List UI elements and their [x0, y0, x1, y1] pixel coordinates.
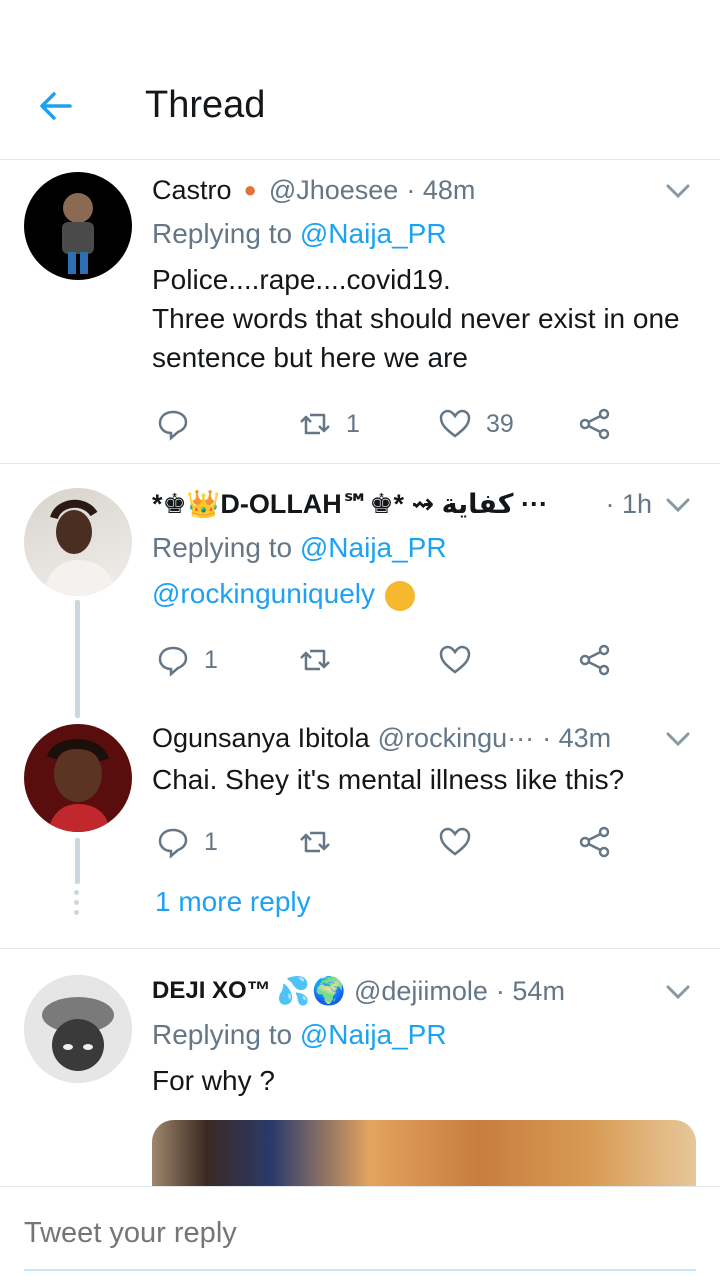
heart-icon	[439, 827, 471, 856]
tweet[interactable]: Castro ● @Jhoesee · 48m Replying to @Nai…	[0, 160, 720, 464]
reply-button[interactable]: 1	[156, 640, 218, 680]
author-handle[interactable]: @Jhoesee	[269, 170, 399, 210]
author-handle[interactable]: @rockingu···	[378, 718, 534, 758]
tweet[interactable]: Ogunsanya Ibitola @rockingu··· · 43m Cha…	[0, 704, 720, 948]
retweet-count: 1	[346, 409, 360, 438]
replying-to: Replying to @Naija_PR	[152, 1019, 447, 1050]
retweet-icon	[300, 831, 330, 853]
retweet-button[interactable]: 1	[298, 404, 360, 444]
tweet-text: Chai. Shey it's mental illness like this…	[152, 764, 625, 795]
chevron-down-icon[interactable]	[660, 170, 696, 210]
globe-icon: 🌍	[312, 976, 346, 1006]
header: Thread	[0, 0, 720, 160]
author-handle[interactable]: @dejiimole	[354, 971, 488, 1011]
timestamp: · 54m	[495, 976, 565, 1006]
reply-icon	[158, 646, 188, 677]
retweet-button[interactable]	[298, 822, 332, 862]
back-arrow-icon[interactable]	[34, 84, 78, 128]
share-button[interactable]	[578, 640, 612, 680]
avatar-image	[44, 500, 116, 596]
avatar[interactable]	[24, 975, 132, 1083]
replying-to-link[interactable]: @Naija_PR	[300, 218, 447, 249]
replying-to: Replying to @Naija_PR	[152, 532, 447, 563]
water-drop-icon: 💦	[276, 976, 311, 1006]
angry-face-emoji-icon	[385, 580, 415, 611]
verified-dot-icon: ●	[243, 177, 257, 202]
avatar-image	[24, 975, 132, 1083]
chevron-down-icon[interactable]	[660, 484, 696, 524]
thread-connector	[75, 838, 80, 884]
avatar[interactable]	[24, 488, 132, 596]
heart-icon	[439, 409, 471, 438]
like-button[interactable]	[438, 822, 472, 862]
author-name[interactable]: Castro	[152, 170, 232, 210]
retweet-icon	[300, 413, 330, 435]
replying-to-link[interactable]: @Naija_PR	[300, 1019, 447, 1050]
author-name[interactable]: Ogunsanya Ibitola	[152, 718, 370, 758]
like-button[interactable]	[438, 640, 472, 680]
tweet-text: @rockinguniquely	[152, 574, 696, 613]
like-count: 39	[486, 409, 514, 438]
author-name[interactable]: *♚👑D-OLLAH℠♚* ⇝ كفاية ···	[152, 484, 548, 524]
avatar[interactable]	[24, 724, 132, 832]
tweet-text: For why ?	[152, 1065, 275, 1096]
reply-icon	[158, 410, 188, 441]
share-icon	[579, 408, 610, 440]
avatar-image	[62, 193, 94, 274]
retweet-icon	[300, 649, 330, 671]
like-button[interactable]: 39	[438, 404, 514, 444]
thread-dots	[73, 890, 81, 920]
reply-button[interactable]: 1	[156, 822, 218, 862]
replying-to: Replying to @Naija_PR	[152, 218, 447, 249]
replying-to-link[interactable]: @Naija_PR	[300, 532, 447, 563]
avatar[interactable]	[24, 172, 132, 280]
reply-button[interactable]	[156, 404, 190, 444]
share-button[interactable]	[578, 404, 612, 444]
reply-icon	[158, 828, 188, 859]
page-title: Thread	[145, 84, 266, 126]
share-button[interactable]	[578, 822, 612, 862]
input-underline	[24, 1269, 696, 1271]
share-icon	[579, 826, 610, 858]
timestamp: · 43m	[542, 723, 612, 753]
reply-count: 1	[204, 827, 218, 856]
tweet[interactable]: *♚👑D-OLLAH℠♚* ⇝ كفاية ··· · 1h Replying …	[0, 464, 720, 718]
author-name[interactable]: DEJI XO™	[152, 971, 271, 1011]
timestamp: · 48m	[406, 175, 476, 205]
chevron-down-icon[interactable]	[660, 718, 696, 758]
timestamp: · 1h	[605, 489, 652, 519]
heart-icon	[439, 645, 471, 674]
reply-composer	[0, 1186, 720, 1280]
avatar-image	[47, 739, 110, 832]
more-replies-link[interactable]: 1 more reply	[155, 886, 311, 918]
reply-count: 1	[204, 645, 218, 674]
thread-connector	[75, 600, 80, 718]
retweet-button[interactable]	[298, 640, 332, 680]
chevron-down-icon[interactable]	[660, 971, 696, 1011]
share-icon	[579, 644, 610, 676]
tweet-text: Police....rape....covid19. Three words t…	[152, 264, 680, 373]
mention-link[interactable]: @rockinguniquely	[152, 578, 375, 609]
reply-input[interactable]	[24, 1217, 696, 1250]
